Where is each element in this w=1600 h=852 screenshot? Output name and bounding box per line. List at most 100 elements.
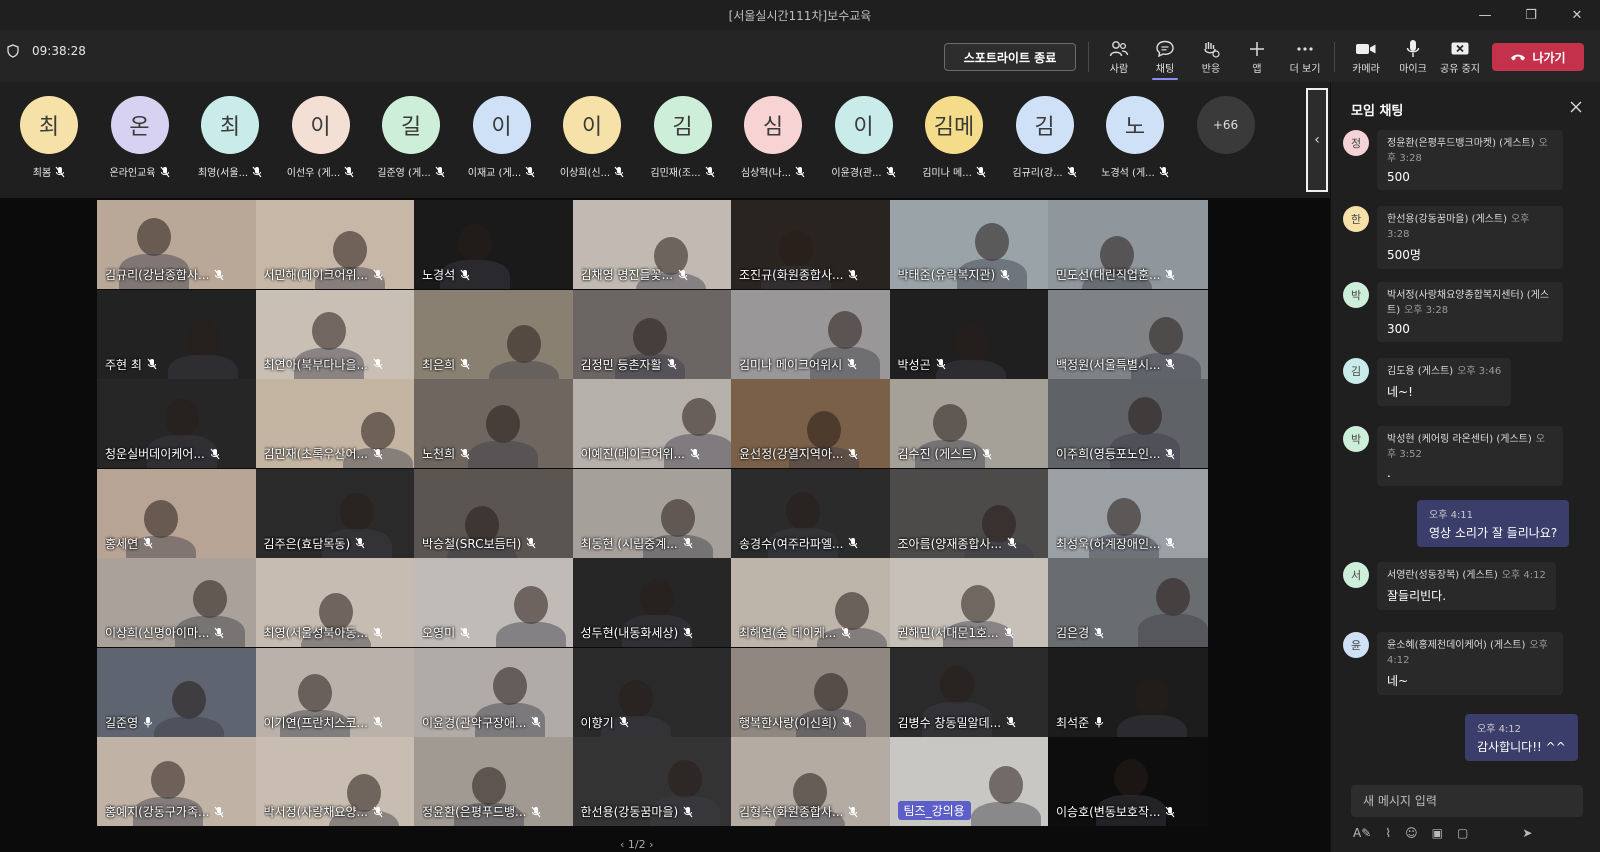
- avatar: 김: [653, 96, 712, 154]
- video-tile[interactable]: 최성욱(하계장애인...: [1048, 468, 1208, 558]
- chat-message[interactable]: 한 한선용(강동꿈마을) (게스트) 오후 3:28 500명: [1343, 206, 1563, 269]
- chat-message[interactable]: 정 정윤환(은평푸드뱅크마켓) (게스트) 오후 3:28 500: [1343, 130, 1563, 190]
- video-tile[interactable]: 송경수(여주라파엘...: [731, 468, 891, 558]
- roster-participant[interactable]: 이 이상희(신...: [548, 96, 636, 179]
- video-tile[interactable]: 팀즈_강의용: [889, 737, 1050, 826]
- video-tile[interactable]: 이승호(변동보호작...: [1048, 737, 1208, 826]
- video-tile[interactable]: 민도선(대린직업훈...: [1048, 200, 1208, 289]
- video-tile[interactable]: 최은희: [414, 289, 574, 379]
- video-tile[interactable]: 김수진 (게스트): [889, 379, 1050, 468]
- video-tile[interactable]: 성두현(내동화세상): [572, 558, 733, 647]
- roster-participant[interactable]: 김메 김미나 메...: [910, 96, 998, 179]
- roster-participant[interactable]: 온 온라인교육: [96, 96, 184, 179]
- video-tile[interactable]: 홍세연: [97, 468, 257, 558]
- gif-icon[interactable]: ▣: [1432, 826, 1443, 840]
- video-tile[interactable]: 최해연(숲 데이케...: [731, 558, 891, 647]
- video-tile[interactable]: 김민재(초록우산어...: [255, 379, 416, 468]
- video-tile[interactable]: 서민해(메이크어위...: [255, 200, 416, 289]
- react-button[interactable]: 반응: [1188, 38, 1234, 76]
- video-tile[interactable]: 조진규(화원종합사...: [731, 200, 891, 289]
- video-tile[interactable]: 이주희(영등포노인...: [1048, 379, 1208, 468]
- roster-participant[interactable]: 노 노경석 (게...: [1091, 96, 1179, 179]
- roster-participant[interactable]: 이 이재교 (게...: [458, 96, 546, 179]
- video-tile[interactable]: 행복한사랑(이신희): [731, 647, 891, 737]
- camera-button[interactable]: 카메라: [1343, 38, 1389, 76]
- video-tile[interactable]: 이예진(메이크어위...: [572, 379, 733, 468]
- chat-button[interactable]: 채팅: [1142, 38, 1188, 80]
- chat-message[interactable]: 서 서영란(성동장복) (게스트) 오후 4:12 잘들리빈다.: [1343, 562, 1556, 610]
- video-tile[interactable]: 노경석: [414, 200, 574, 289]
- video-tile[interactable]: 박태준(유락복지관): [889, 200, 1050, 289]
- video-tile[interactable]: 박성곤: [889, 289, 1050, 379]
- video-tile[interactable]: 최석준: [1048, 647, 1208, 737]
- roster-participant[interactable]: 최 최봄: [5, 96, 93, 179]
- video-tile[interactable]: 김채영 명진들꽃...: [572, 200, 733, 289]
- video-tile[interactable]: 김미나 메이크어위시: [731, 289, 891, 379]
- video-tile[interactable]: 박승철(SRC보듬터): [414, 468, 574, 558]
- video-tile[interactable]: 이윤경(관악구장애...: [414, 647, 574, 737]
- minimize-icon[interactable]: —: [1462, 0, 1508, 30]
- leave-button[interactable]: 나가기: [1492, 43, 1584, 71]
- video-tile[interactable]: 김정민 등촌자활: [572, 289, 733, 379]
- video-tile[interactable]: 조아름(양재종합사...: [889, 468, 1050, 558]
- video-tile[interactable]: 김은경: [1048, 558, 1208, 647]
- people-button[interactable]: 사람: [1096, 38, 1142, 76]
- send-icon[interactable]: ➤: [1522, 826, 1532, 840]
- emoji-icon[interactable]: ☺: [1405, 826, 1418, 840]
- video-tile[interactable]: 이향기: [572, 647, 733, 737]
- video-tile[interactable]: 김규리(강남종합사...: [97, 200, 257, 289]
- video-tile[interactable]: 김형숙(화원종합사...: [731, 737, 891, 826]
- mic-button[interactable]: 마이크: [1390, 38, 1436, 76]
- video-tile[interactable]: 이기연(프란치스코...: [255, 647, 416, 737]
- chat-message[interactable]: 박 박성현 (케어링 라온센터) (게스트) 오후 3:52.: [1343, 426, 1563, 486]
- collapse-roster-button[interactable]: ‹: [1306, 88, 1328, 192]
- stop-share-button[interactable]: 공유 중지: [1437, 38, 1483, 76]
- video-tile[interactable]: 이상희(신명아이마...: [97, 558, 257, 647]
- my-chat-message[interactable]: 오후 4:12 감사합니다!! ^^: [1465, 714, 1578, 761]
- roster-participant[interactable]: 심 심상혁(나...: [729, 96, 817, 179]
- chat-message-input[interactable]: [1351, 785, 1583, 817]
- video-tile[interactable]: 주현 최: [97, 289, 257, 379]
- video-tile[interactable]: 김주은(효담목동): [255, 468, 416, 558]
- video-tile[interactable]: 윤선정(강열지역아...: [731, 379, 891, 468]
- video-tile[interactable]: 청운실버데이케어...: [97, 379, 257, 468]
- my-chat-message[interactable]: 오후 4:11 영상 소리가 잘 들리나요?: [1417, 500, 1570, 547]
- video-tile[interactable]: 노천희: [414, 379, 574, 468]
- attach-icon[interactable]: ⌇: [1385, 826, 1391, 840]
- roster-participant[interactable]: 최 최영(서울...: [186, 96, 274, 179]
- end-spotlight-button[interactable]: 스포트라이트 종료: [944, 43, 1076, 71]
- restore-icon[interactable]: ❐: [1508, 0, 1554, 30]
- roster-participant[interactable]: 길 길준영 (게...: [367, 96, 455, 179]
- video-tile[interactable]: 길준영: [97, 647, 257, 737]
- participant-video: [1107, 497, 1141, 536]
- participant-name: 노경석 (게...: [1101, 164, 1169, 179]
- tile-name-label: 팀즈_강의용: [897, 801, 971, 820]
- more-button[interactable]: 더 보기: [1282, 38, 1328, 76]
- video-tile[interactable]: 최연아(북부다나을...: [255, 289, 416, 379]
- roster-participant[interactable]: 김 김규리(강...: [1001, 96, 1089, 179]
- video-tile[interactable]: 한선용(강동꿈마을): [572, 737, 733, 826]
- format-icon[interactable]: A✎: [1353, 826, 1371, 840]
- video-tile[interactable]: 김병수 창동밀알데...: [889, 647, 1050, 737]
- chat-message[interactable]: 김 김도용 (게스트) 오후 3:46 네~!: [1343, 358, 1512, 406]
- close-chat-button[interactable]: [1570, 98, 1582, 117]
- roster-participant[interactable]: 김 김민재(조...: [639, 96, 727, 179]
- video-tile[interactable]: 최동현 (시립중계...: [572, 468, 733, 558]
- grid-pager[interactable]: ‹ 1/2 ›: [620, 838, 654, 851]
- video-tile[interactable]: 최영(서울성북아동...: [255, 558, 416, 647]
- sticker-icon[interactable]: ▢: [1457, 826, 1468, 840]
- video-tile[interactable]: 박서정(사랑채요양...: [255, 737, 416, 826]
- close-window-icon[interactable]: ✕: [1554, 0, 1600, 30]
- roster-participant[interactable]: 이 이윤경(관...: [820, 96, 908, 179]
- chat-message[interactable]: 윤 윤소혜(홍제천데이케어) (게스트) 오후 4:12 네~: [1343, 632, 1563, 695]
- video-tile[interactable]: 권해민(서대문1호...: [889, 558, 1050, 647]
- message-text: 감사합니다!! ^^: [1477, 740, 1566, 754]
- more-participants-button[interactable]: +66: [1182, 96, 1270, 154]
- video-tile[interactable]: 오영미: [414, 558, 574, 647]
- video-tile[interactable]: 백정원(서울특별시...: [1048, 289, 1208, 379]
- apps-button[interactable]: 앱: [1234, 38, 1280, 76]
- video-tile[interactable]: 정윤환(은평푸드뱅...: [414, 737, 574, 826]
- roster-participant[interactable]: 이 이선우 (게...: [277, 96, 365, 179]
- chat-message[interactable]: 박 박서정(사랑채요양종합복지센터) (게스트) 오후 3:28 300: [1343, 282, 1563, 342]
- video-tile[interactable]: 홍예지(강동구가족...: [97, 737, 257, 826]
